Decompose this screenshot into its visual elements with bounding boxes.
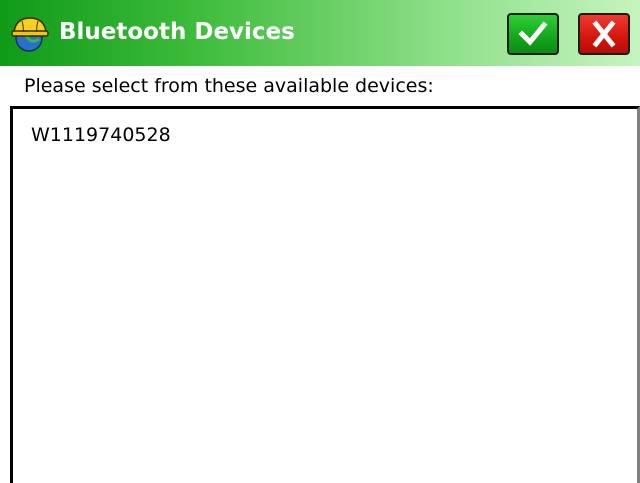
bluetooth-devices-window: Bluetooth Devices Please select from the… [0,0,640,483]
device-list-item[interactable]: W1119740528 [31,123,171,147]
ok-button[interactable] [507,13,559,55]
instruction-label: Please select from these available devic… [24,75,434,97]
app-hardhat-globe-icon [10,14,50,54]
window-title: Bluetooth Devices [59,19,295,45]
title-bar: Bluetooth Devices [0,0,640,66]
device-list[interactable]: W1119740528 [10,106,640,483]
cancel-button[interactable] [578,13,630,55]
